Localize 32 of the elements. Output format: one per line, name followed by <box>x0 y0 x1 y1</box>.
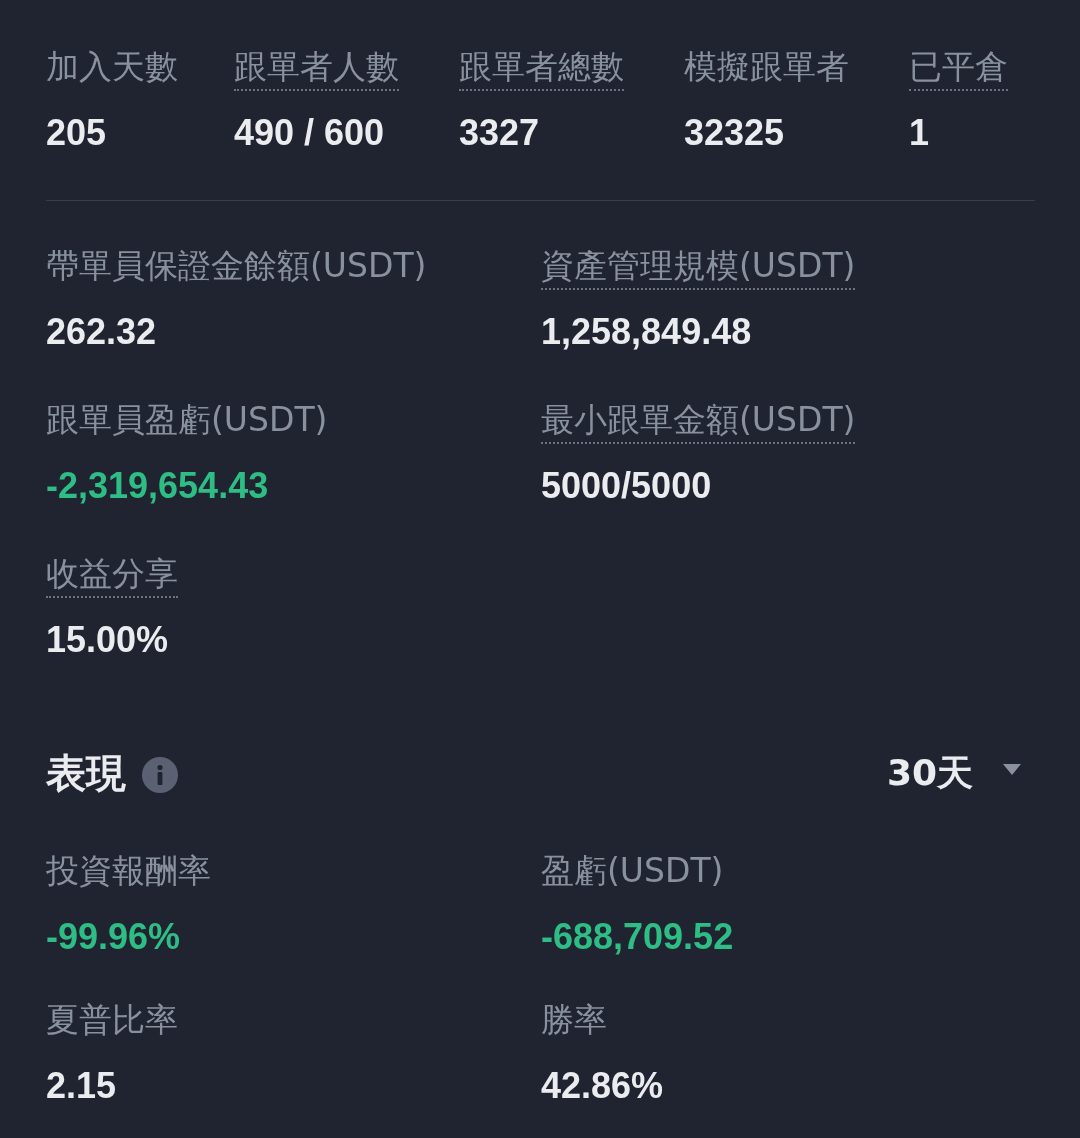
section-title: 表現 <box>46 749 126 798</box>
stat-label: 勝率 <box>541 999 607 1041</box>
stat-label: 夏普比率 <box>46 999 178 1041</box>
stat-value: 262.32 <box>46 310 157 354</box>
stat-label: 跟單員盈虧(USDT) <box>46 399 328 441</box>
stat-label: 模擬跟單者 <box>684 46 849 88</box>
stat-label[interactable]: 跟單者總數 <box>459 45 624 91</box>
stat-label: 帶單員保證金餘額(USDT) <box>46 245 427 287</box>
caret-icon <box>1003 764 1021 776</box>
stat-label[interactable]: 收益分享 <box>46 552 178 598</box>
stat-value: 15.00% <box>46 618 169 662</box>
stat-label[interactable]: 資產管理規模(USDT) <box>541 244 856 290</box>
period-dropdown[interactable]: 30天 <box>886 749 1035 797</box>
info-icon[interactable] <box>142 757 178 793</box>
stat-value: 1,258,849.48 <box>541 310 752 354</box>
stat-value: 490 / 600 <box>234 111 385 155</box>
stat-value: 32325 <box>684 111 785 155</box>
stat-value: 205 <box>46 111 107 155</box>
stat-label: 盈虧(USDT) <box>541 850 724 892</box>
stat-value: 2.15 <box>46 1064 117 1108</box>
stat-value: 42.86% <box>541 1064 664 1108</box>
stat-value: -2,319,654.43 <box>46 464 269 508</box>
stat-value: -99.96% <box>46 915 181 959</box>
stat-value: 3327 <box>459 111 540 155</box>
stat-label: 加入天數 <box>46 46 178 88</box>
stat-label[interactable]: 跟單者人數 <box>234 45 399 91</box>
stat-value: -688,709.52 <box>541 915 734 959</box>
stat-label: 投資報酬率 <box>46 850 211 892</box>
stat-label[interactable]: 已平倉 <box>909 45 1008 91</box>
stat-value: 5000/5000 <box>541 464 712 508</box>
stat-label[interactable]: 最小跟單金額(USDT) <box>541 398 856 444</box>
stat-value: 1 <box>909 111 930 155</box>
